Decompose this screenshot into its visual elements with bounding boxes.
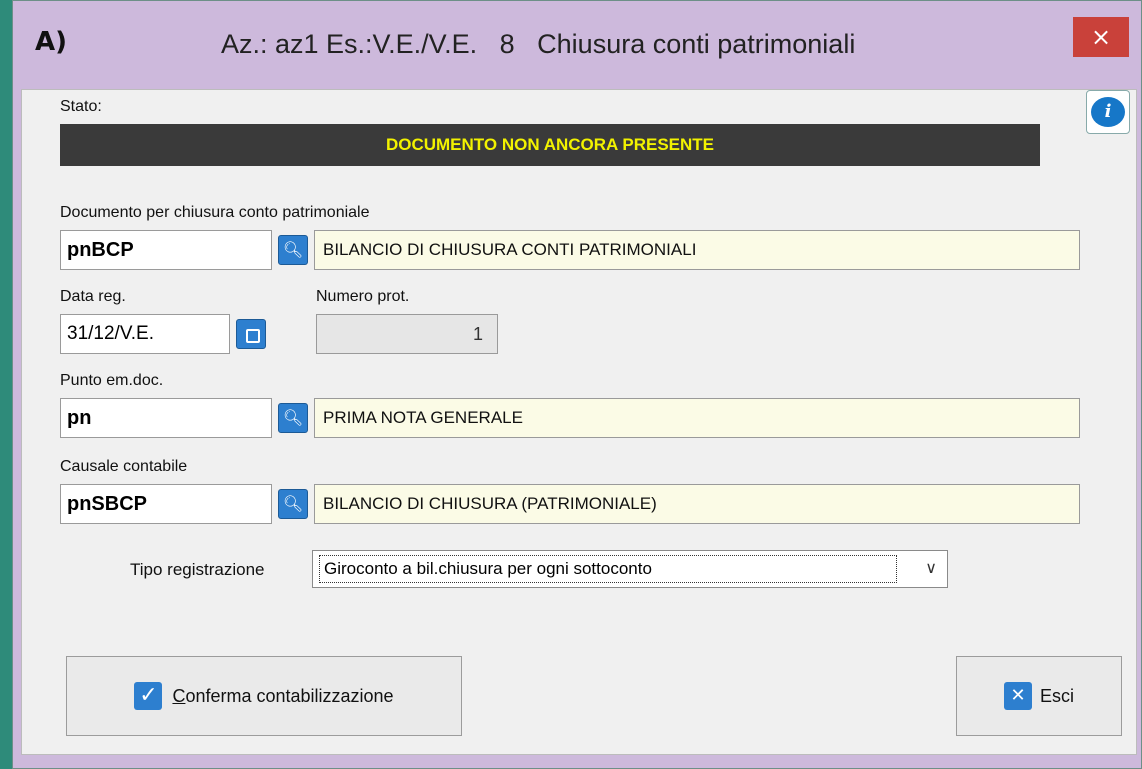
- magnifier-icon[interactable]: 🔍︎: [278, 403, 308, 433]
- causale-description: BILANCIO DI CHIUSURA (PATRIMONIALE): [314, 484, 1080, 524]
- data-reg-label: Data reg.: [60, 288, 126, 305]
- window-title: Az.: az1 Es.:V.E./V.E. 8 Chiusura conti …: [221, 29, 856, 59]
- exit-button-label: Esci: [1039, 685, 1074, 706]
- calendar-icon[interactable]: [236, 319, 266, 349]
- title-bar: A) Az.: az1 Es.:V.E./V.E. 8 Chiusura con…: [13, 1, 1141, 89]
- close-window-button[interactable]: ×: [1073, 17, 1129, 57]
- numero-prot-label: Numero prot.: [316, 288, 410, 305]
- punto-label: Punto em.doc.: [60, 372, 164, 389]
- dialog-body: Stato: DOCUMENTO NON ANCORA PRESENTE i D…: [21, 89, 1137, 755]
- status-banner: DOCUMENTO NON ANCORA PRESENTE: [60, 124, 1040, 166]
- magnifier-icon[interactable]: 🔍︎: [278, 489, 308, 519]
- punto-code-input[interactable]: pn: [60, 398, 272, 438]
- stato-label: Stato:: [60, 98, 102, 115]
- dialog-window: A) Az.: az1 Es.:V.E./V.E. 8 Chiusura con…: [12, 0, 1142, 769]
- causale-label: Causale contabile: [60, 458, 188, 475]
- chevron-down-icon: ∨: [925, 558, 937, 577]
- checkmark-icon: ✓: [134, 682, 163, 710]
- causale-code-input[interactable]: pnSBCP: [60, 484, 272, 524]
- tipo-registrazione-select[interactable]: Giroconto a bil.chiusura per ogni sottoc…: [312, 550, 948, 588]
- confirm-button-label: Conferma contabilizzazione: [172, 685, 394, 706]
- documento-label: Documento per chiusura conto patrimonial…: [60, 204, 370, 221]
- info-button[interactable]: i: [1086, 90, 1130, 134]
- confirm-button[interactable]: ✓ Conferma contabilizzazione: [66, 656, 462, 736]
- app-logo-icon: A): [35, 27, 68, 57]
- magnifier-icon[interactable]: 🔍︎: [278, 235, 308, 265]
- numero-prot-input: 1: [316, 314, 498, 354]
- info-icon: i: [1091, 97, 1125, 127]
- documento-code-input[interactable]: pnBCP: [60, 230, 272, 270]
- tipo-selected-value: Giroconto a bil.chiusura per ogni sottoc…: [319, 555, 897, 583]
- exit-button[interactable]: ✕ Esci: [956, 656, 1122, 736]
- documento-description: BILANCIO DI CHIUSURA CONTI PATRIMONIALI: [314, 230, 1080, 270]
- close-icon: ✕: [1003, 682, 1032, 710]
- tipo-label: Tipo registrazione: [130, 560, 265, 579]
- punto-description: PRIMA NOTA GENERALE: [314, 398, 1080, 438]
- data-reg-input[interactable]: 31/12/V.E.: [60, 314, 230, 354]
